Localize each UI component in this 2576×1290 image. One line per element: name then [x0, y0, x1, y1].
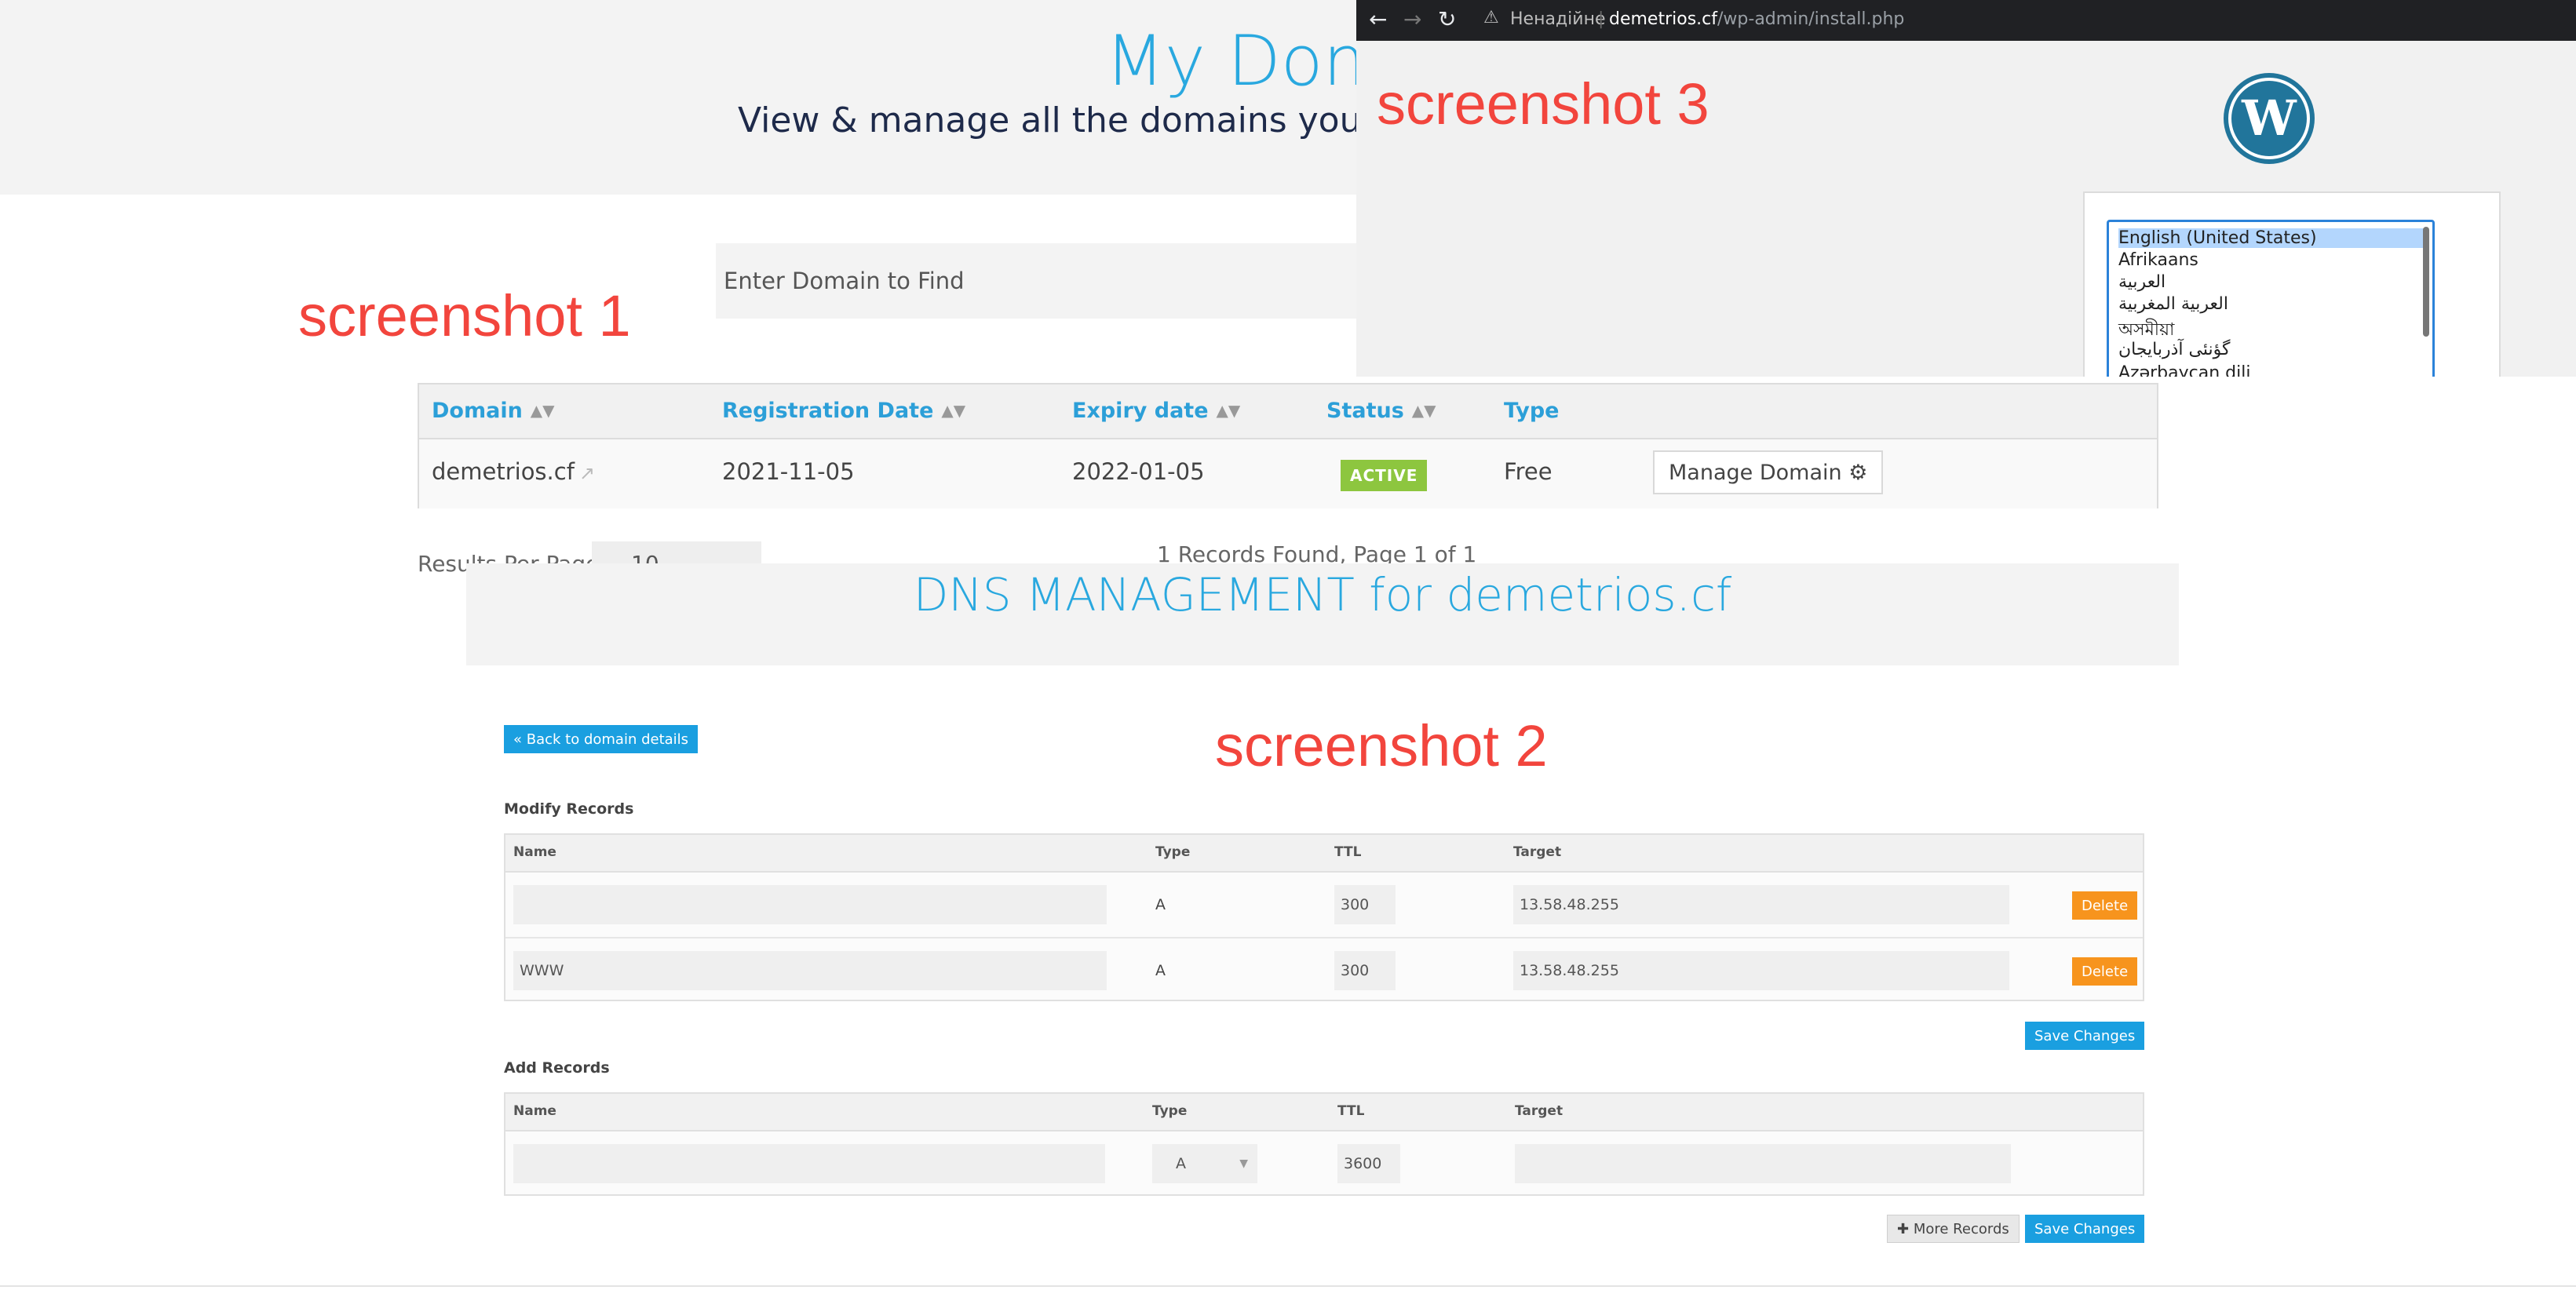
language-option[interactable]: Afrikaans: [2118, 250, 2198, 270]
domains-table-header: Domain ▲▼ Registration Date ▲▼ Expiry date…: [419, 384, 2157, 439]
external-link-icon[interactable]: ↗: [579, 462, 595, 484]
modify-records-header: Name Type TTL Target: [505, 835, 2143, 873]
status-badge: ACTIVE: [1341, 460, 1428, 491]
url-field[interactable]: demetrios.cf/wp-admin/install.php: [1609, 9, 1904, 29]
save-changes-button[interactable]: Save Changes: [2025, 1022, 2145, 1050]
domain-link[interactable]: demetrios.cf ↗: [432, 458, 595, 485]
warning-icon[interactable]: ⚠: [1483, 8, 1499, 27]
table-row: WWW A 300 13.58.48.255 Delete: [505, 937, 2143, 1003]
browser-address-bar: ← → ↻ ⚠ Ненадійне | demetrios.cf/wp-admi…: [1356, 0, 2576, 41]
wordpress-install-window: ← → ↻ ⚠ Ненадійне | demetrios.cf/wp-admi…: [1356, 0, 2576, 377]
sort-icon[interactable]: ▲▼: [531, 401, 555, 420]
domain-type: Free: [1504, 458, 1553, 485]
domain-search-input[interactable]: [716, 243, 1359, 319]
forward-arrow-icon[interactable]: →: [1403, 6, 1421, 32]
record-type: A: [1155, 962, 1166, 979]
divider: [0, 1285, 2576, 1287]
table-row: A ▼ 3600: [505, 1131, 2143, 1196]
record-ttl-field[interactable]: 300: [1334, 951, 1396, 990]
wordpress-logo-icon: W: [2224, 73, 2315, 164]
column-header-status[interactable]: Status ▲▼: [1326, 399, 1436, 423]
record-type: A: [1155, 896, 1166, 913]
language-option[interactable]: گؤنئی آذربایجان: [2118, 340, 2230, 359]
column-header-type: Type: [1504, 399, 1560, 423]
registration-date: 2021-11-05: [722, 458, 855, 485]
record-name-field[interactable]: [513, 885, 1107, 924]
svg-text:W: W: [2241, 89, 2297, 147]
table-row: demetrios.cf ↗ 2021-11-05 2022-01-05 ACTI…: [419, 439, 2157, 508]
save-changes-button[interactable]: Save Changes: [2025, 1215, 2145, 1243]
column-header-type: Type: [1152, 1103, 1188, 1119]
expiry-date: 2022-01-05: [1072, 458, 1205, 485]
add-records-heading: Add Records: [504, 1059, 610, 1077]
column-header-target: Target: [1515, 1103, 1563, 1119]
reload-icon[interactable]: ↻: [1438, 6, 1456, 32]
page-subtitle: View & manage all the domains you have: [738, 100, 1458, 140]
screenshot-1-label: screenshot 1: [298, 283, 631, 348]
modify-records-table: Name Type TTL Target A 300 13.58.48.255 …: [504, 833, 2144, 1001]
column-header-target: Target: [1513, 844, 1562, 860]
manage-domain-button[interactable]: Manage Domain ⚙: [1653, 450, 1884, 494]
back-arrow-icon[interactable]: ←: [1369, 6, 1387, 32]
dns-title: DNS MANAGEMENT for demetrios.cf: [913, 568, 1732, 621]
sort-icon[interactable]: ▲▼: [941, 401, 965, 420]
record-name-field[interactable]: WWW: [513, 951, 1107, 990]
screenshot-2-label: screenshot 2: [1215, 713, 1548, 778]
plus-icon: ✚: [1897, 1220, 1910, 1237]
column-header-ttl: TTL: [1334, 844, 1362, 860]
url-separator: |: [1598, 9, 1604, 29]
column-header-name: Name: [513, 1103, 556, 1119]
domains-table: Domain ▲▼ Registration Date ▲▼ Expiry date…: [418, 383, 2158, 508]
record-ttl-field[interactable]: 300: [1334, 885, 1396, 924]
sort-icon[interactable]: ▲▼: [1217, 401, 1241, 420]
new-record-target-field[interactable]: [1515, 1144, 2011, 1183]
language-option[interactable]: Azərbaycan dili: [2118, 363, 2250, 377]
screenshot-3-label: screenshot 3: [1377, 71, 1709, 137]
record-target-field[interactable]: 13.58.48.255: [1513, 885, 2009, 924]
column-header-expiry-date[interactable]: Expiry date ▲▼: [1072, 399, 1240, 423]
table-row: A 300 13.58.48.255 Delete: [505, 873, 2143, 937]
delete-record-button[interactable]: Delete: [2072, 957, 2138, 986]
language-option[interactable]: العربية: [2118, 272, 2166, 292]
add-records-header: Name Type TTL Target: [505, 1094, 2143, 1131]
column-header-domain[interactable]: Domain ▲▼: [432, 399, 555, 423]
record-target-field[interactable]: 13.58.48.255: [1513, 951, 2009, 990]
language-option[interactable]: العربية المغربية: [2118, 294, 2228, 314]
column-header-ttl: TTL: [1337, 1103, 1365, 1119]
modify-records-heading: Modify Records: [504, 800, 634, 818]
language-select[interactable]: English (United States) Afrikaans العربي…: [2107, 220, 2435, 377]
language-panel: English (United States) Afrikaans العربي…: [2083, 191, 2501, 377]
scrollbar[interactable]: [2423, 227, 2429, 337]
chevron-down-icon: ▼: [1239, 1157, 1248, 1170]
language-option[interactable]: English (United States): [2118, 228, 2426, 248]
delete-record-button[interactable]: Delete: [2072, 891, 2138, 920]
insecure-label[interactable]: Ненадійне: [1510, 9, 1605, 29]
new-record-ttl-field[interactable]: 3600: [1337, 1144, 1400, 1183]
column-header-type: Type: [1155, 844, 1191, 860]
column-header-name: Name: [513, 844, 556, 860]
more-records-button[interactable]: ✚ More Records: [1887, 1215, 2020, 1243]
column-header-registration-date[interactable]: Registration Date ▲▼: [722, 399, 965, 423]
gear-icon: ⚙: [1848, 460, 1868, 485]
new-record-name-field[interactable]: [513, 1144, 1105, 1183]
back-to-domain-details-button[interactable]: « Back to domain details: [504, 725, 699, 753]
new-record-type-select[interactable]: A ▼: [1152, 1144, 1257, 1183]
add-records-table: Name Type TTL Target A ▼ 3600: [504, 1092, 2144, 1196]
dns-header: DNS MANAGEMENT for demetrios.cf: [466, 563, 2179, 665]
sort-icon[interactable]: ▲▼: [1412, 401, 1436, 420]
